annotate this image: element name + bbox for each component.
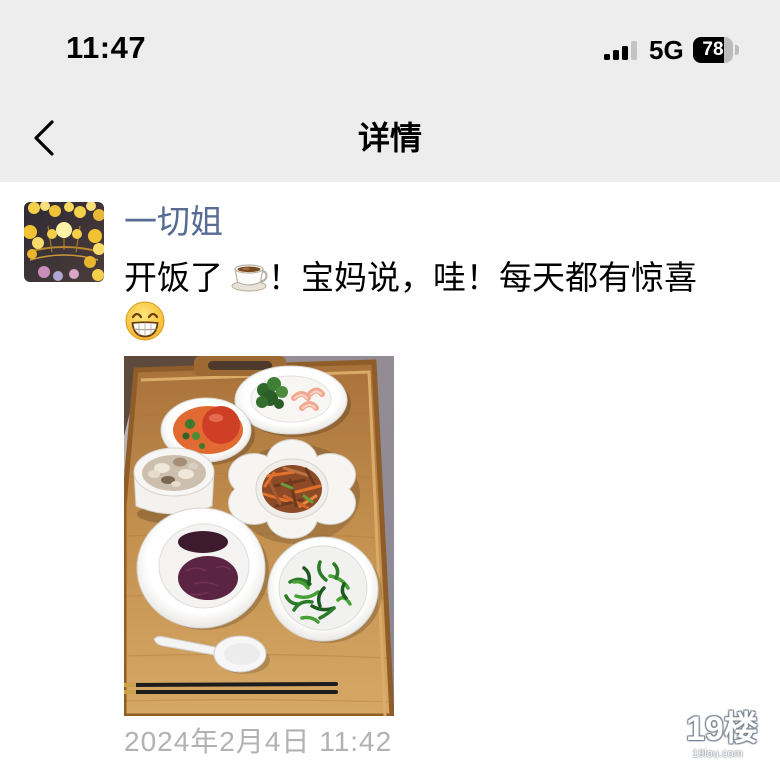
page-title: 详情 <box>357 120 422 156</box>
signal-bar <box>622 46 628 60</box>
post-text: 开饭了 ！宝妈说，哇！每天都有惊喜 <box>124 252 756 344</box>
watermark-logo-text: 19楼 <box>686 710 758 748</box>
nav-bar: 详情 <box>0 90 780 182</box>
back-button[interactable] <box>22 114 70 162</box>
status-time: 11:47 <box>66 30 147 65</box>
post-photo[interactable] <box>124 356 394 716</box>
avatar-image <box>24 202 104 282</box>
battery-level: 78 <box>702 39 724 60</box>
network-type: 5G <box>649 35 684 65</box>
post-text-segment: ！宝妈说，哇！每天都有惊喜 <box>268 259 697 296</box>
watermark-logo: 19楼 19lou.com <box>684 710 764 764</box>
signal-icon <box>604 41 638 60</box>
status-bar: 11:47 5G 78 <box>0 0 780 90</box>
signal-bar <box>613 50 619 60</box>
post-text-line <box>124 298 756 344</box>
post-text-line: 开饭了 ！宝妈说，哇！每天都有惊喜 <box>124 252 756 298</box>
post-timestamp: 2024年2月4日 11:42 <box>124 726 393 757</box>
battery-nub <box>735 45 739 55</box>
chevron-left-icon <box>34 120 54 156</box>
author-name[interactable]: 一切姐 <box>124 201 223 243</box>
signal-bar <box>631 41 637 60</box>
avatar[interactable] <box>24 202 104 282</box>
coffee-emoji-icon <box>230 256 268 294</box>
watermark-domain: 19lou.com <box>692 748 743 760</box>
grin-emoji-icon <box>124 300 166 342</box>
signal-bar <box>604 54 610 60</box>
battery-icon: 78 <box>693 37 733 63</box>
post-text-segment: 开饭了 <box>124 259 223 296</box>
